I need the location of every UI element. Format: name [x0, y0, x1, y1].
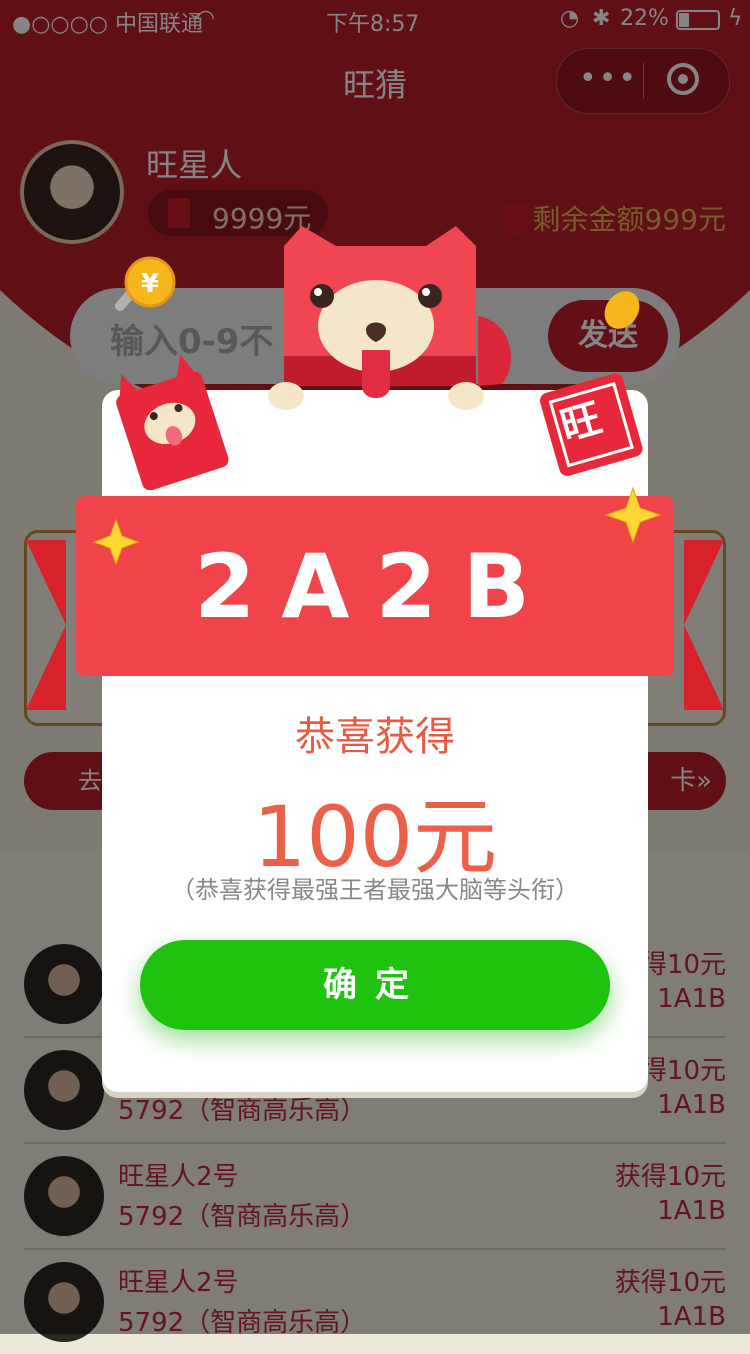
congrats-text: 恭喜获得	[295, 714, 455, 760]
svg-text:¥: ¥	[141, 269, 159, 299]
dog-mascot-icon	[268, 226, 511, 410]
coin-icon: ¥	[115, 256, 176, 311]
coin-icon	[604, 291, 640, 329]
sparkle-icon	[92, 518, 140, 566]
confirm-button[interactable]: 确定	[140, 940, 610, 1030]
prize-note: （恭喜获得最强王者最强大脑等头衔）	[171, 876, 579, 904]
ribbon-left-wing	[26, 540, 66, 710]
result-code: 2A2B	[194, 535, 556, 638]
sparkle-icon	[604, 486, 662, 544]
ribbon-right-wing	[684, 540, 724, 710]
red-envelope-icon	[116, 354, 229, 490]
